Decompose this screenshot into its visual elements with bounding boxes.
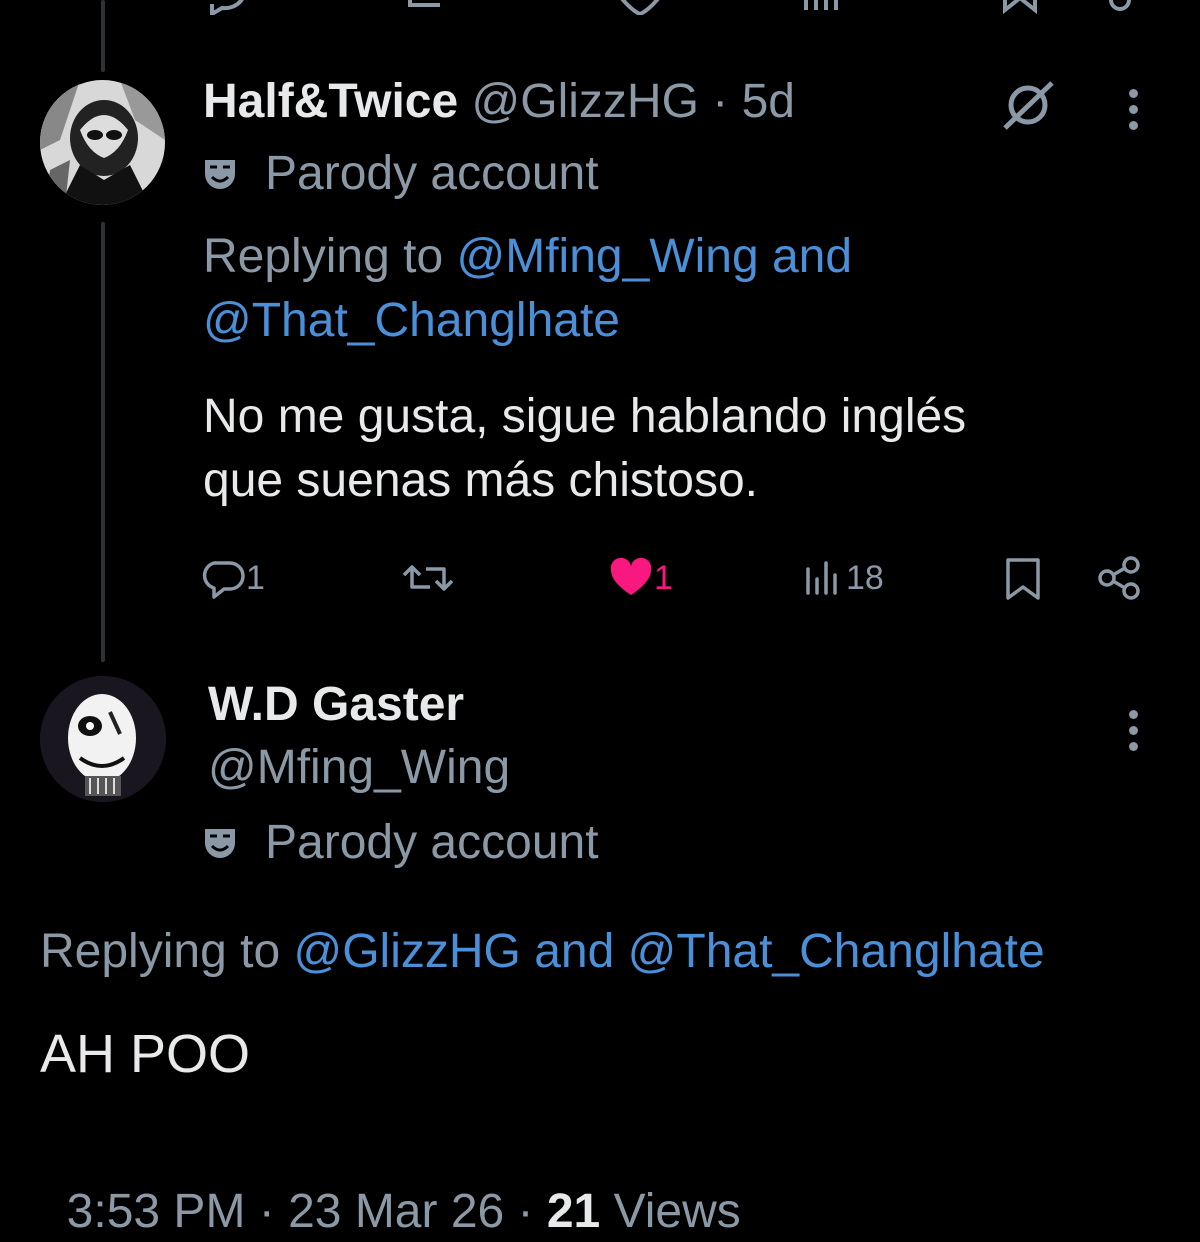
- tweet2-display-name: W.D Gaster: [208, 677, 464, 732]
- display-name[interactable]: Half&Twice: [203, 75, 458, 128]
- repost-button[interactable]: [400, 555, 456, 601]
- thread-line-middle: [101, 222, 105, 662]
- parody-mask-icon: [205, 828, 235, 858]
- mention-mfing-wing[interactable]: @Mfing_Wing: [456, 230, 758, 283]
- like-count: 1: [654, 558, 673, 597]
- replying-and[interactable]: and: [772, 230, 852, 283]
- thread-line-top: [101, 0, 105, 72]
- bookmark-icon[interactable]: [1000, 0, 1040, 15]
- mention-that-changlhate[interactable]: @That_Changlhate: [628, 925, 1045, 978]
- views-count: 18: [846, 558, 884, 597]
- parody-mask-icon: [205, 159, 235, 189]
- parody-label: Parody account: [203, 815, 599, 870]
- tweet1-body: No me gusta, sigue hablando inglés que s…: [203, 385, 1183, 513]
- handle[interactable]: @Mfing_Wing: [208, 741, 510, 794]
- reply-count: 1: [246, 558, 265, 597]
- mention-that-changlhate[interactable]: @That_Changlhate: [203, 294, 620, 347]
- tweet1-body-line1: No me gusta, sigue hablando inglés: [203, 390, 967, 443]
- reply-icon: [202, 561, 245, 599]
- separator: ·: [712, 75, 729, 128]
- tweet1-header: Half&Twice @GlizzHG · 5d: [203, 74, 795, 129]
- repost-icon[interactable]: [400, 0, 460, 15]
- replying-and[interactable]: and: [534, 925, 614, 978]
- handle[interactable]: @GlizzHG: [472, 75, 699, 128]
- like-button[interactable]: 1: [608, 555, 673, 601]
- parody-label: Parody account: [203, 146, 599, 201]
- tweet2-replying-to: Replying to @GlizzHG and @That_Changlhat…: [40, 920, 1045, 984]
- tweet1-body-line2: que suenas más chistoso.: [203, 454, 758, 507]
- bookmark-icon: [1006, 558, 1040, 600]
- reply-icon[interactable]: [200, 0, 260, 15]
- replying-prefix: Replying to: [40, 925, 281, 978]
- display-name[interactable]: W.D Gaster: [208, 678, 464, 731]
- share-icon[interactable]: [1100, 0, 1140, 15]
- replying-to: Replying to @Mfing_Wing and @That_Changl…: [203, 225, 1183, 353]
- tweet2-meta: 3:53 PM · 23 Mar 26 · 21 Views: [40, 1122, 741, 1242]
- avatar-image: [40, 80, 165, 205]
- views-icon[interactable]: [800, 0, 870, 15]
- grok-icon[interactable]: [1000, 80, 1056, 130]
- avatar-halftwice[interactable]: [40, 80, 165, 205]
- share-icon: [1098, 556, 1140, 600]
- more-options-icon[interactable]: [1129, 710, 1141, 758]
- views-number: 21: [546, 1185, 601, 1238]
- tweet2-handle-row: @Mfing_Wing: [208, 740, 510, 795]
- reply-button[interactable]: 1: [200, 555, 265, 601]
- repost-icon: [402, 565, 454, 591]
- avatar-image: [40, 676, 166, 802]
- previous-tweet-actions-partial: [200, 0, 1160, 15]
- heart-filled-icon: [610, 557, 652, 595]
- parody-label-text: Parody account: [265, 816, 599, 869]
- timestamp[interactable]: 3:53 PM · 23 Mar 26 ·: [67, 1185, 547, 1238]
- like-icon[interactable]: [610, 0, 670, 15]
- tweet1-action-bar: 1 1 18: [200, 555, 1160, 605]
- post-time[interactable]: 5d: [742, 75, 795, 128]
- more-options-icon[interactable]: [1129, 89, 1141, 137]
- avatar-wd-gaster[interactable]: [40, 676, 166, 802]
- share-button[interactable]: [1095, 555, 1145, 601]
- replying-prefix: Replying to: [203, 230, 444, 283]
- views-icon: [806, 561, 837, 595]
- mention-glizzhg[interactable]: @GlizzHG: [293, 925, 520, 978]
- views-button[interactable]: 18: [800, 555, 884, 601]
- tweet2-body: AH POO: [40, 1024, 251, 1084]
- bookmark-button[interactable]: [1000, 555, 1046, 601]
- parody-label-text: Parody account: [265, 147, 599, 200]
- views-label: Views: [600, 1185, 741, 1238]
